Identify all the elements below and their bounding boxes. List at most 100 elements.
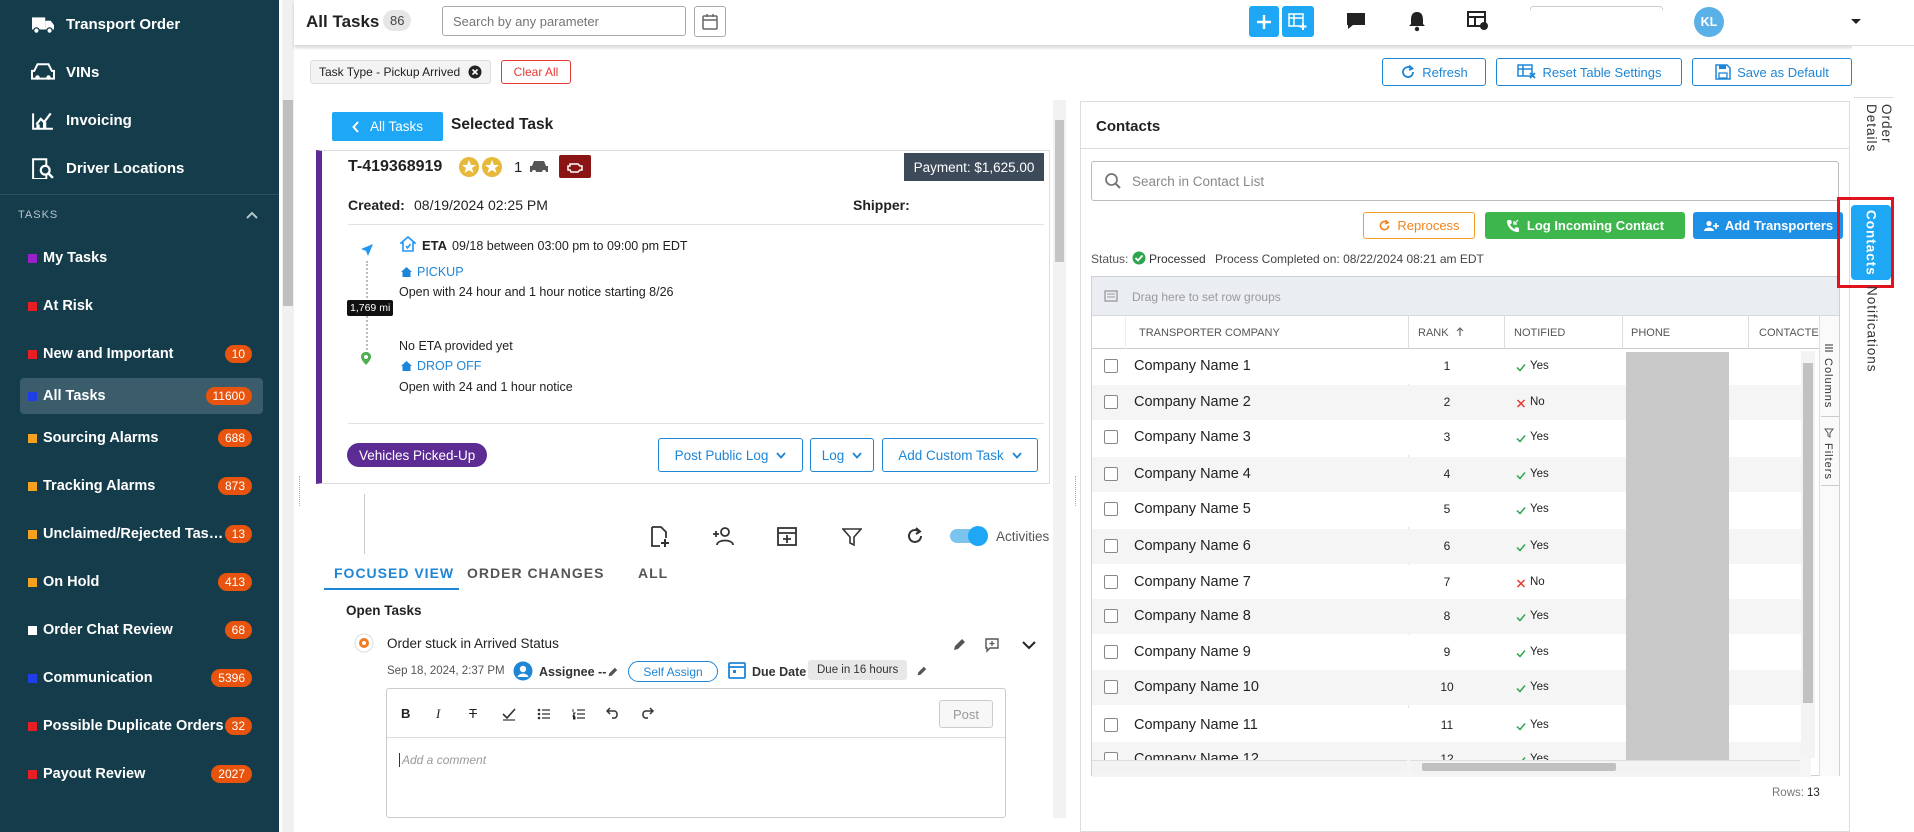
add-person-icon[interactable] <box>711 526 735 546</box>
edit-icon[interactable] <box>916 666 927 677</box>
add-document-icon[interactable] <box>649 526 671 548</box>
comment-input[interactable]: Add a comment <box>399 753 486 767</box>
panel-splitter-handle[interactable] <box>1075 476 1077 506</box>
bold-icon[interactable]: B <box>401 706 410 721</box>
tab-order-changes[interactable]: ORDER CHANGES <box>467 565 604 581</box>
panel-splitter-handle[interactable] <box>299 476 301 506</box>
caret-down-icon[interactable] <box>1850 18 1862 26</box>
post-button[interactable]: Post <box>939 700 993 728</box>
contact-search-box[interactable]: Search in Contact List <box>1091 161 1839 201</box>
reprocess-button[interactable]: Reprocess <box>1363 212 1475 239</box>
edit-icon[interactable] <box>952 638 966 652</box>
reset-table-settings-button[interactable]: Reset Table Settings <box>1496 58 1682 86</box>
plus-icon <box>1257 14 1271 29</box>
checklist-icon[interactable] <box>502 707 516 721</box>
nav-driver-locations[interactable]: Driver Locations <box>0 144 279 192</box>
sidebar-item-order-chat-review[interactable]: Order Chat Review 68 <box>0 606 279 654</box>
table-settings-icon[interactable] <box>1467 11 1489 31</box>
row-checkbox[interactable] <box>1104 395 1118 409</box>
sidebar-item-label: Payout Review <box>43 766 146 782</box>
sidebar-item-at-risk[interactable]: At Risk <box>0 282 279 330</box>
calendar-button[interactable] <box>694 6 726 37</box>
column-rank[interactable]: RANK <box>1418 327 1449 339</box>
nav-transport-order[interactable]: Transport Order <box>0 0 279 48</box>
tab-notifications[interactable]: Notifications <box>1852 283 1892 373</box>
grid-horizontal-thumb[interactable] <box>1422 763 1616 771</box>
sidebar-item-all-tasks[interactable]: All Tasks 11600 <box>20 378 263 414</box>
edit-icon[interactable] <box>607 667 618 678</box>
row-checkbox[interactable] <box>1104 680 1118 694</box>
bell-icon[interactable] <box>1407 10 1427 32</box>
toggle-knob[interactable] <box>968 526 988 546</box>
sidebar-item-sourcing-alarms[interactable]: Sourcing Alarms 688 <box>0 414 279 462</box>
sidebar-item-unclaimed-rejected-tasks[interactable]: Unclaimed/Rejected Tasks 13 <box>0 510 279 558</box>
tab-contacts[interactable]: Contacts <box>1851 205 1891 280</box>
column-notified[interactable]: NOTIFIED <box>1514 327 1565 339</box>
notified-value: Yes <box>1530 540 1549 552</box>
row-checkbox[interactable] <box>1104 467 1118 481</box>
row-checkbox[interactable] <box>1104 359 1118 373</box>
filters-side-tab[interactable]: Filters <box>1822 443 1834 480</box>
self-assign-button[interactable]: Self Assign <box>628 661 718 682</box>
bullet-list-icon[interactable] <box>537 708 551 720</box>
add-transporters-button[interactable]: Add Transporters <box>1693 212 1843 239</box>
sort-ascending-icon[interactable] <box>1456 327 1464 337</box>
sidebar-item-possible-duplicate-orders[interactable]: Possible Duplicate Orders 32 <box>0 702 279 750</box>
sidebar-item-payout-review[interactable]: Payout Review 2027 <box>0 750 279 798</box>
log-incoming-contact-button[interactable]: Log Incoming Contact <box>1485 212 1685 239</box>
grid-horizontal-scrollbar-left[interactable] <box>1092 760 1407 774</box>
chat-icon[interactable] <box>1345 11 1367 31</box>
refresh-button[interactable]: Refresh <box>1382 58 1486 86</box>
tasks-section-header[interactable]: TASKS <box>0 194 279 234</box>
column-contacted[interactable]: CONTACTED <box>1759 327 1827 339</box>
strikethrough-icon[interactable]: T <box>469 706 477 721</box>
sidebar-item-new-and-important[interactable]: New and Important 10 <box>0 330 279 378</box>
dropoff-link[interactable]: DROP OFF <box>417 359 481 373</box>
refresh-icon[interactable] <box>905 526 925 546</box>
tab-order-details[interactable]: Order Details <box>1864 104 1894 184</box>
add-transporters-label: Add Transporters <box>1724 218 1834 233</box>
row-checkbox[interactable] <box>1104 502 1118 516</box>
grid-vertical-thumb[interactable] <box>1803 363 1813 703</box>
column-transporter-company[interactable]: TRANSPORTER COMPANY <box>1139 327 1280 339</box>
task-panel-scroll-thumb[interactable] <box>1055 120 1064 262</box>
tab-all[interactable]: ALL <box>638 565 668 581</box>
remove-filter-icon[interactable] <box>468 65 482 79</box>
back-all-tasks-button[interactable]: All Tasks <box>332 112 443 141</box>
nav-vins[interactable]: VINs <box>0 48 279 96</box>
tab-focused-view[interactable]: FOCUSED VIEW <box>334 565 454 581</box>
comment-icon[interactable] <box>984 637 1000 653</box>
add-event-icon[interactable] <box>776 525 798 547</box>
row-checkbox[interactable] <box>1104 645 1118 659</box>
pickup-link[interactable]: PICKUP <box>417 265 464 279</box>
undo-icon[interactable] <box>606 707 620 719</box>
sidebar-item-my-tasks[interactable]: My Tasks <box>0 234 279 282</box>
clear-all-button[interactable]: Clear All <box>501 60 571 84</box>
chevron-left-icon <box>352 120 359 133</box>
sidebar-item-tracking-alarms[interactable]: Tracking Alarms 873 <box>0 462 279 510</box>
nav-invoicing[interactable]: Invoicing <box>0 96 279 144</box>
chevron-down-icon[interactable] <box>1022 641 1036 650</box>
row-checkbox[interactable] <box>1104 609 1118 623</box>
column-phone[interactable]: PHONE <box>1631 327 1670 339</box>
add-custom-task-button[interactable]: Add Custom Task <box>882 438 1038 472</box>
row-checkbox[interactable] <box>1104 575 1118 589</box>
add-table-button[interactable] <box>1282 6 1314 37</box>
columns-side-tab[interactable]: Columns <box>1822 358 1834 408</box>
row-checkbox[interactable] <box>1104 539 1118 553</box>
save-as-default-button[interactable]: Save as Default <box>1692 58 1852 86</box>
italic-icon[interactable]: I <box>436 706 440 722</box>
row-checkbox[interactable] <box>1104 430 1118 444</box>
filter-icon[interactable] <box>842 527 862 547</box>
log-button[interactable]: Log <box>810 438 874 472</box>
global-search-input[interactable] <box>442 6 686 36</box>
sidebar-item-communication[interactable]: Communication 5396 <box>0 654 279 702</box>
user-avatar[interactable]: KL <box>1694 7 1724 37</box>
row-checkbox[interactable] <box>1104 718 1118 732</box>
redo-icon[interactable] <box>640 707 654 719</box>
numbered-list-icon[interactable] <box>572 708 586 720</box>
sidebar-item-on-hold[interactable]: On Hold 413 <box>0 558 279 606</box>
sidebar-scroll-thumb[interactable] <box>283 100 293 306</box>
post-public-log-button[interactable]: Post Public Log <box>658 438 803 472</box>
add-button[interactable] <box>1249 6 1279 37</box>
